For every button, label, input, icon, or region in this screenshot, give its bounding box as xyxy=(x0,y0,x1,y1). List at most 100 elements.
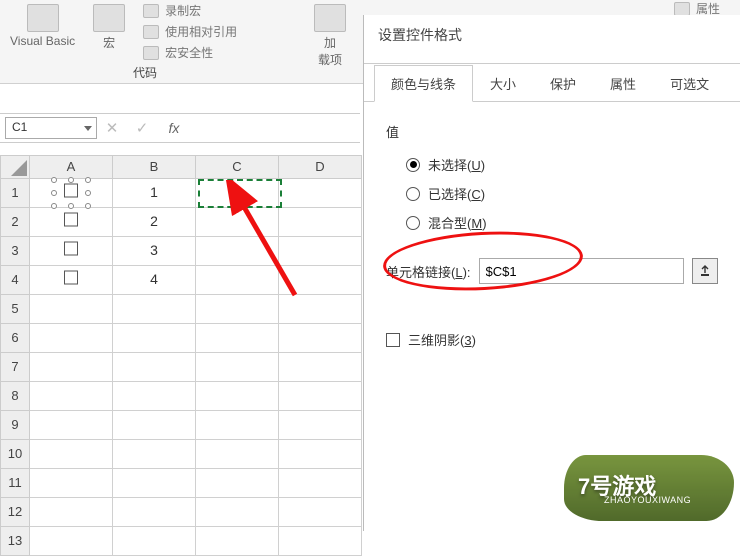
cell-D3[interactable] xyxy=(279,237,362,266)
cell-C11[interactable] xyxy=(196,469,279,498)
col-header-D[interactable]: D xyxy=(279,155,362,179)
tab-properties[interactable]: 属性 xyxy=(593,65,653,102)
cell-A5[interactable] xyxy=(30,295,113,324)
tab-alt-text[interactable]: 可选文 xyxy=(653,65,726,102)
row-header-12[interactable]: 12 xyxy=(0,498,30,527)
addins-button[interactable]: 加 载项 xyxy=(314,0,346,68)
cell-C4[interactable] xyxy=(196,266,279,295)
cell-A8[interactable] xyxy=(30,382,113,411)
tab-protect[interactable]: 保护 xyxy=(533,65,593,102)
visual-basic-button[interactable]: Visual Basic xyxy=(10,0,75,48)
cell-B6[interactable] xyxy=(113,324,196,353)
shadow-checkbox[interactable] xyxy=(386,333,400,347)
cell-B11[interactable] xyxy=(113,469,196,498)
radio-mixed[interactable] xyxy=(406,216,420,230)
row-header-10[interactable]: 10 xyxy=(0,440,30,469)
radio-unselected-row[interactable]: 未选择(U) xyxy=(406,155,718,174)
shadow-row[interactable]: 三维阴影(3) xyxy=(386,330,718,349)
cell-B4[interactable]: 4 xyxy=(113,266,196,295)
cell-B8[interactable] xyxy=(113,382,196,411)
radio-selected-row[interactable]: 已选择(C) xyxy=(406,184,718,203)
selection-handles[interactable] xyxy=(54,180,88,206)
cell-A13[interactable] xyxy=(30,527,113,556)
cell-B13[interactable] xyxy=(113,527,196,556)
cell-D2[interactable] xyxy=(279,208,362,237)
cell-D1[interactable] xyxy=(279,179,362,208)
cancel-entry-button[interactable]: ✕ xyxy=(97,119,127,137)
cell-C12[interactable] xyxy=(196,498,279,527)
cell-D4[interactable] xyxy=(279,266,362,295)
cell-A3[interactable] xyxy=(30,237,113,266)
row-header-7[interactable]: 7 xyxy=(0,353,30,382)
cell-D6[interactable] xyxy=(279,324,362,353)
cell-D13[interactable] xyxy=(279,527,362,556)
cell-B5[interactable] xyxy=(113,295,196,324)
cell-A10[interactable] xyxy=(30,440,113,469)
cell-A12[interactable] xyxy=(30,498,113,527)
cell-B2[interactable]: 2 xyxy=(113,208,196,237)
cell-C10[interactable] xyxy=(196,440,279,469)
checkbox-control-2[interactable] xyxy=(64,213,78,227)
cell-B1[interactable]: 1 xyxy=(113,179,196,208)
cell-D8[interactable] xyxy=(279,382,362,411)
cell-C8[interactable] xyxy=(196,382,279,411)
tab-colors-lines[interactable]: 颜色与线条 xyxy=(374,65,473,102)
macro-security-button[interactable]: 宏安全性 xyxy=(143,44,213,61)
cell-B3[interactable]: 3 xyxy=(113,237,196,266)
cell-A1[interactable] xyxy=(30,179,113,208)
checkbox-control-3[interactable] xyxy=(64,242,78,256)
cell-B9[interactable] xyxy=(113,411,196,440)
row-header-9[interactable]: 9 xyxy=(0,411,30,440)
cell-A6[interactable] xyxy=(30,324,113,353)
cell-C5[interactable] xyxy=(196,295,279,324)
cell-A4[interactable] xyxy=(30,266,113,295)
radio-selected[interactable] xyxy=(406,187,420,201)
cell-B10[interactable] xyxy=(113,440,196,469)
record-macro-button[interactable]: 录制宏 xyxy=(143,2,201,19)
cell-D5[interactable] xyxy=(279,295,362,324)
select-all-corner[interactable] xyxy=(0,155,30,179)
cell-B7[interactable] xyxy=(113,353,196,382)
row-header-11[interactable]: 11 xyxy=(0,469,30,498)
row-header-5[interactable]: 5 xyxy=(0,295,30,324)
macros-button[interactable]: 宏 xyxy=(93,0,125,51)
cell-C3[interactable] xyxy=(196,237,279,266)
cell-D12[interactable] xyxy=(279,498,362,527)
cell-B12[interactable] xyxy=(113,498,196,527)
use-relative-button[interactable]: 使用相对引用 xyxy=(143,23,237,40)
col-header-B[interactable]: B xyxy=(113,155,196,179)
cell-D11[interactable] xyxy=(279,469,362,498)
cell-C13[interactable] xyxy=(196,527,279,556)
cell-C7[interactable] xyxy=(196,353,279,382)
cell-D9[interactable] xyxy=(279,411,362,440)
row-header-4[interactable]: 4 xyxy=(0,266,30,295)
col-header-A[interactable]: A xyxy=(30,155,113,179)
radio-unselected[interactable] xyxy=(406,158,420,172)
cell-C1[interactable] xyxy=(196,179,279,208)
cell-C6[interactable] xyxy=(196,324,279,353)
cell-A11[interactable] xyxy=(30,469,113,498)
spreadsheet-grid[interactable]: A B C D 1 1 2 2 3 3 4 4 xyxy=(0,155,362,531)
range-picker-button[interactable] xyxy=(692,258,718,284)
checkbox-control-4[interactable] xyxy=(64,271,78,285)
radio-mixed-row[interactable]: 混合型(M) xyxy=(406,213,718,232)
cell-A7[interactable] xyxy=(30,353,113,382)
row-header-8[interactable]: 8 xyxy=(0,382,30,411)
row-header-3[interactable]: 3 xyxy=(0,237,30,266)
cell-D7[interactable] xyxy=(279,353,362,382)
row-header-6[interactable]: 6 xyxy=(0,324,30,353)
row-header-1[interactable]: 1 xyxy=(0,179,30,208)
insert-function-button[interactable]: fx xyxy=(157,120,187,137)
cell-A9[interactable] xyxy=(30,411,113,440)
col-header-C[interactable]: C xyxy=(196,155,279,179)
cell-C9[interactable] xyxy=(196,411,279,440)
cell-C2[interactable] xyxy=(196,208,279,237)
name-box[interactable]: C1 xyxy=(5,117,97,139)
row-header-2[interactable]: 2 xyxy=(0,208,30,237)
cell-link-input[interactable] xyxy=(479,258,684,284)
row-header-13[interactable]: 13 xyxy=(0,527,30,556)
tab-size[interactable]: 大小 xyxy=(473,65,533,102)
cell-D10[interactable] xyxy=(279,440,362,469)
cell-A2[interactable] xyxy=(30,208,113,237)
enter-button[interactable]: ✓ xyxy=(127,119,157,137)
